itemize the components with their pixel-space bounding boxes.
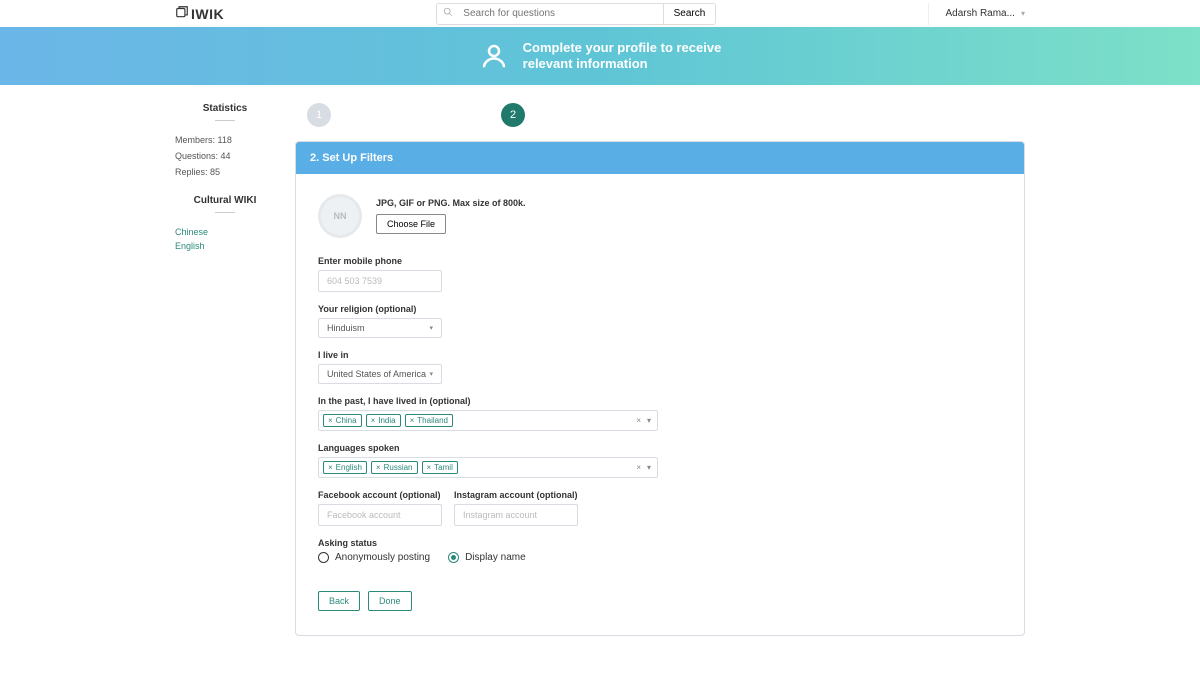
tag-english[interactable]: ×English: [323, 461, 367, 474]
logo[interactable]: IWIK: [175, 5, 224, 22]
chevron-down-icon[interactable]: ▾: [647, 416, 651, 425]
tag-russian[interactable]: ×Russian: [371, 461, 418, 474]
facebook-label: Facebook account (optional): [318, 490, 442, 500]
religion-label: Your religion (optional): [318, 304, 1002, 314]
stepper: 1 2: [295, 99, 1025, 141]
stat-members: Members: 118: [175, 135, 275, 145]
chevron-down-icon[interactable]: ▾: [647, 463, 651, 472]
radio-display-name[interactable]: Display name: [448, 552, 526, 563]
divider: [215, 212, 235, 213]
logo-text: IWIK: [191, 6, 224, 22]
asking-status-label: Asking status: [318, 538, 1002, 548]
back-button[interactable]: Back: [318, 591, 360, 611]
close-icon[interactable]: ×: [410, 416, 415, 425]
avatar: NN: [318, 194, 362, 238]
card-title: 2. Set Up Filters: [296, 142, 1024, 174]
past-lived-multiselect[interactable]: ×China ×India ×Thailand × ▾: [318, 410, 658, 431]
livein-select[interactable]: United States of America ▾: [318, 364, 442, 384]
religion-select[interactable]: Hinduism ▾: [318, 318, 442, 338]
search-input[interactable]: [459, 8, 662, 19]
close-icon[interactable]: ×: [371, 416, 376, 425]
instagram-label: Instagram account (optional): [454, 490, 578, 500]
close-icon[interactable]: ×: [328, 463, 333, 472]
chevron-down-icon: ▾: [1021, 9, 1025, 18]
phone-label: Enter mobile phone: [318, 256, 1002, 266]
user-menu[interactable]: Adarsh Rama... ▾: [928, 3, 1025, 25]
search-icon: [437, 7, 459, 20]
radio-icon: [318, 552, 329, 563]
upload-hint: JPG, GIF or PNG. Max size of 800k.: [376, 198, 526, 208]
phone-input[interactable]: [318, 270, 442, 292]
tag-china[interactable]: ×China: [323, 414, 362, 427]
tag-india[interactable]: ×India: [366, 414, 401, 427]
profile-banner: Complete your profile to receive relevan…: [0, 27, 1200, 85]
livein-label: I live in: [318, 350, 1002, 360]
languages-label: Languages spoken: [318, 443, 1002, 453]
instagram-input[interactable]: [454, 504, 578, 526]
languages-multiselect[interactable]: ×English ×Russian ×Tamil × ▾: [318, 457, 658, 478]
logo-icon: [175, 5, 189, 22]
stat-questions: Questions: 44: [175, 151, 275, 161]
filters-card: 2. Set Up Filters NN JPG, GIF or PNG. Ma…: [295, 141, 1025, 636]
chevron-down-icon: ▾: [429, 324, 433, 332]
step-1[interactable]: 1: [307, 103, 331, 127]
radio-icon: [448, 552, 459, 563]
step-2[interactable]: 2: [501, 103, 525, 127]
done-button[interactable]: Done: [368, 591, 412, 611]
wiki-title: Cultural WIKI: [175, 195, 275, 206]
radio-anonymous[interactable]: Anonymously posting: [318, 552, 430, 563]
close-icon[interactable]: ×: [328, 416, 333, 425]
banner-line2: relevant information: [523, 56, 722, 72]
wiki-link-chinese[interactable]: Chinese: [175, 227, 275, 237]
person-icon: [479, 41, 509, 71]
search-bar: Search: [436, 3, 716, 25]
tag-thailand[interactable]: ×Thailand: [405, 414, 453, 427]
past-lived-label: In the past, I have lived in (optional): [318, 396, 1002, 406]
search-button[interactable]: Search: [663, 4, 716, 24]
stats-title: Statistics: [175, 103, 275, 114]
close-icon[interactable]: ×: [427, 463, 432, 472]
user-name: Adarsh Rama...: [945, 8, 1014, 19]
close-icon[interactable]: ×: [376, 463, 381, 472]
clear-icon[interactable]: ×: [636, 463, 641, 472]
banner-line1: Complete your profile to receive: [523, 40, 722, 56]
chevron-down-icon: ▾: [429, 370, 433, 378]
clear-icon[interactable]: ×: [636, 416, 641, 425]
divider: [215, 120, 235, 121]
tag-tamil[interactable]: ×Tamil: [422, 461, 458, 474]
choose-file-button[interactable]: Choose File: [376, 214, 446, 234]
stat-replies: Replies: 85: [175, 167, 275, 177]
facebook-input[interactable]: [318, 504, 442, 526]
wiki-link-english[interactable]: English: [175, 241, 275, 251]
